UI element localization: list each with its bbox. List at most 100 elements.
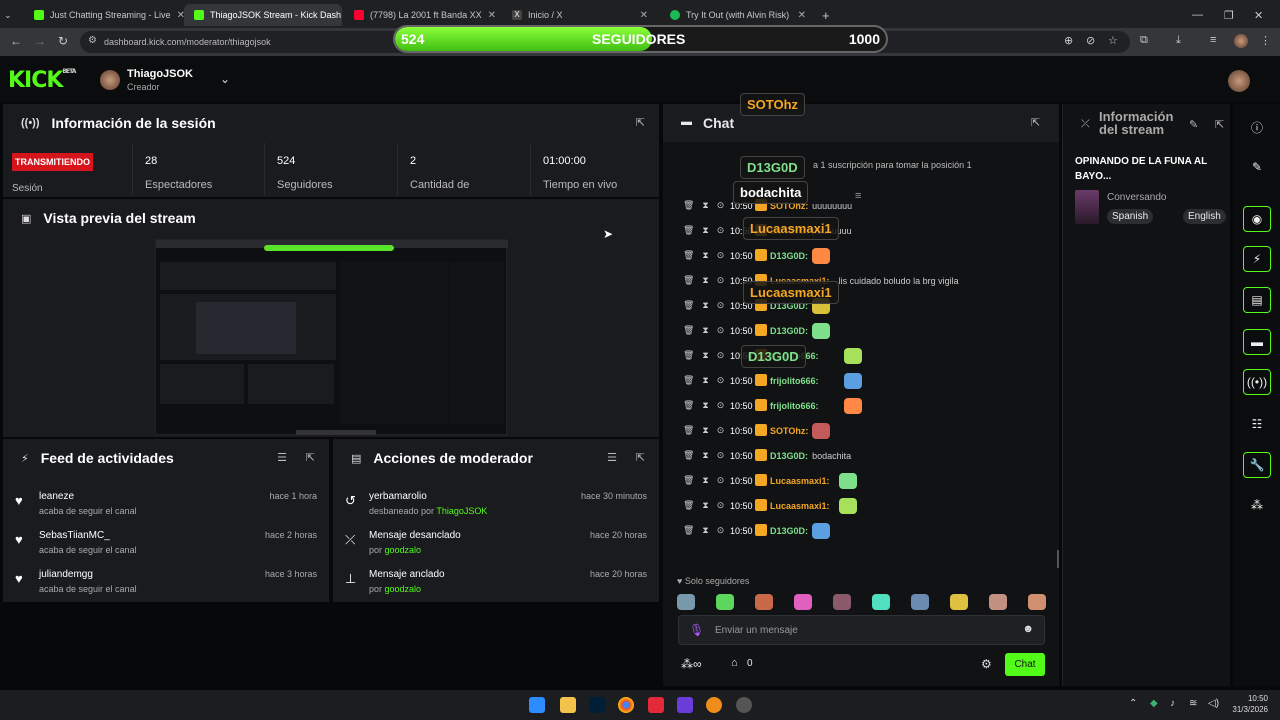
volume-icon[interactable]: ◁) xyxy=(1208,698,1219,709)
popout-icon[interactable]: ⇱ xyxy=(1215,118,1224,131)
maximize-button[interactable]: ❐ xyxy=(1224,4,1244,26)
close-window-button[interactable]: ✕ xyxy=(1254,4,1274,26)
mod-action-icons[interactable]: 🗑⧗⊙ xyxy=(683,425,732,436)
settings-gear-icon[interactable]: ⚙ xyxy=(981,657,992,671)
chat-username[interactable]: Lucaasmaxi1: xyxy=(770,501,830,511)
emote-button[interactable] xyxy=(755,594,773,610)
tab-youtube[interactable]: (7798) La 2001 ft Banda XX ✕ xyxy=(344,4,502,26)
emote-button[interactable] xyxy=(677,594,695,610)
close-icon[interactable]: ✕ xyxy=(798,10,806,21)
mod-action-icons[interactable]: 🗑⧗⊙ xyxy=(683,500,732,511)
tag-english[interactable]: English xyxy=(1183,209,1226,224)
chat-message[interactable]: 🗑⧗⊙10:50frijolito666: xyxy=(663,394,1059,419)
camera-icon[interactable]: ◉ xyxy=(1243,206,1271,232)
tray-chevron-icon[interactable]: ⌃ xyxy=(1129,698,1137,709)
mod-action-icons[interactable]: 🗑⧗⊙ xyxy=(683,300,732,311)
popout-icon[interactable]: ⇱ xyxy=(636,451,645,464)
start-icon[interactable] xyxy=(529,697,545,713)
emoji-icon[interactable]: ☻ xyxy=(1022,623,1034,635)
mod-action-icons[interactable]: 🗑⧗⊙ xyxy=(683,200,732,211)
new-tab-button[interactable]: + xyxy=(818,4,838,26)
blender-icon[interactable] xyxy=(706,697,722,713)
media-icon[interactable]: ≡ xyxy=(1210,34,1216,46)
stream-category[interactable]: Conversando xyxy=(1107,192,1166,203)
obs-icon[interactable] xyxy=(736,697,752,713)
tab-kick-dashboard[interactable]: ThiagoJSOK Stream - Kick Dash✕ xyxy=(184,4,342,26)
chat-message[interactable]: 🗑⧗⊙ 10:50 D13G0D: xyxy=(663,319,1059,344)
chat-message[interactable]: 🗑⧗⊙ 10:50 Lucaasmaxi1: xyxy=(663,469,1059,494)
clock-time[interactable]: 10:50 xyxy=(1230,694,1268,703)
emote-button[interactable] xyxy=(911,594,929,610)
mod-action-icons[interactable]: 🗑⧗⊙ xyxy=(683,525,732,536)
chat-input[interactable]: 🎙 Enviar un mensaje ☻ xyxy=(678,615,1045,645)
popout-icon[interactable]: ⇱ xyxy=(636,116,645,129)
close-icon[interactable]: ✕ xyxy=(488,10,496,21)
minimize-button[interactable]: — xyxy=(1192,4,1212,26)
extensions-icon[interactable]: ⧉ xyxy=(1140,34,1148,47)
chat-username[interactable]: D13G0D: xyxy=(770,526,808,536)
mod-action-icons[interactable]: 🗑⧗⊙ xyxy=(683,450,732,461)
emote-button[interactable] xyxy=(872,594,890,610)
emote-button[interactable] xyxy=(989,594,1007,610)
chat-send-button[interactable]: Chat xyxy=(1005,653,1045,676)
security-icon[interactable]: ◆ xyxy=(1150,698,1158,709)
tag-spanish[interactable]: Spanish xyxy=(1107,209,1154,224)
filter-icon[interactable]: ☰ xyxy=(277,451,287,464)
eye-off-icon[interactable]: ⊘ xyxy=(1086,34,1095,47)
mod-action-icons[interactable]: 🗑⧗⊙ xyxy=(683,225,732,236)
kick-logo[interactable]: KICKBETA xyxy=(8,68,76,93)
mic-icon[interactable]: 🎙 xyxy=(689,623,704,637)
chat-message[interactable]: 🗑⧗⊙10:50Lucaasmaxi1:lis cuidado boludo l… xyxy=(663,269,1059,294)
chat-username[interactable]: D13G0D: xyxy=(770,251,808,261)
mod-action-icons[interactable]: 🗑⧗⊙ xyxy=(683,400,732,411)
site-info-icon[interactable]: ⚙ xyxy=(88,35,97,46)
reload-icon[interactable]: ↻ xyxy=(58,34,68,48)
close-icon[interactable]: ✕ xyxy=(640,10,648,21)
chat-username[interactable]: frijolito666: xyxy=(770,401,819,411)
chat-icon[interactable]: ▬ xyxy=(1243,329,1271,355)
chat-message[interactable]: 🗑⧗⊙ 10:50 D13G0D: bodachita xyxy=(663,444,1059,469)
mod-action-icons[interactable]: 🗑⧗⊙ xyxy=(683,375,732,386)
forward-icon[interactable]: → xyxy=(34,34,46,48)
clipboard-icon[interactable]: ▤ xyxy=(1243,287,1271,313)
chat-message[interactable]: 🗑⧗⊙ 10:50 SOTOhz: xyxy=(663,419,1059,444)
apps-icon[interactable]: ⁂ xyxy=(1243,492,1271,518)
wifi-icon[interactable]: ≋ xyxy=(1189,698,1197,709)
chat-username[interactable]: D13G0D: xyxy=(770,326,808,336)
close-icon[interactable]: ✕ xyxy=(177,10,184,21)
chat-message[interactable]: 🗑⧗⊙ 10:50 D13G0D: xyxy=(663,244,1059,269)
clock-date[interactable]: 31/3/2026 xyxy=(1224,705,1268,714)
emote-button[interactable] xyxy=(794,594,812,610)
profile-avatar[interactable] xyxy=(1234,34,1248,48)
category-thumbnail[interactable] xyxy=(1075,190,1099,224)
chat-username[interactable]: D13G0D: xyxy=(770,451,808,461)
tab-spotify[interactable]: Try It Out (with Alvin Risk) ✕ xyxy=(660,4,816,26)
file-explorer-icon[interactable] xyxy=(560,697,576,713)
menu-icon[interactable]: ⋮ xyxy=(1260,34,1271,47)
microphone-icon[interactable]: ♪ xyxy=(1170,698,1175,709)
emote-button[interactable] xyxy=(950,594,968,610)
edit-icon[interactable]: ✎ xyxy=(1189,118,1198,131)
tab-just-chatting[interactable]: Just Chatting Streaming - Live ✕ xyxy=(24,4,184,26)
chat-username[interactable]: SOTOhz: xyxy=(770,426,808,436)
emote-button[interactable] xyxy=(716,594,734,610)
chat-message[interactable]: 🗑⧗⊙10:50frijolito666: xyxy=(663,344,1059,369)
tab-list-button[interactable]: ⌄ xyxy=(4,4,18,26)
zoom-icon[interactable]: ⊕ xyxy=(1064,34,1073,47)
filter-icon[interactable]: ☰ xyxy=(607,451,617,464)
info-icon[interactable]: ⓘ xyxy=(1243,114,1271,140)
wrench-icon[interactable]: 🔧 xyxy=(1243,452,1271,478)
user-avatar[interactable] xyxy=(1228,70,1250,92)
mod-action-icons[interactable]: 🗑⧗⊙ xyxy=(683,475,732,486)
chat-message[interactable]: 🗑⧗⊙10:50SOTOhz:pachuuuu xyxy=(663,219,1059,244)
chevron-down-icon[interactable]: ⌄ xyxy=(220,72,230,86)
emote-button[interactable] xyxy=(1028,594,1046,610)
popout-icon[interactable]: ⇱ xyxy=(1031,116,1040,129)
emote-button[interactable] xyxy=(833,594,851,610)
mod-action-icons[interactable]: 🗑⧗⊙ xyxy=(683,325,732,336)
store-icon[interactable]: ⌂ xyxy=(731,657,738,669)
avatar[interactable] xyxy=(100,70,120,90)
wps-icon[interactable] xyxy=(648,697,664,713)
mod-action-icons[interactable]: 🗑⧗⊙ xyxy=(683,350,732,361)
chrome-icon[interactable] xyxy=(618,697,634,713)
